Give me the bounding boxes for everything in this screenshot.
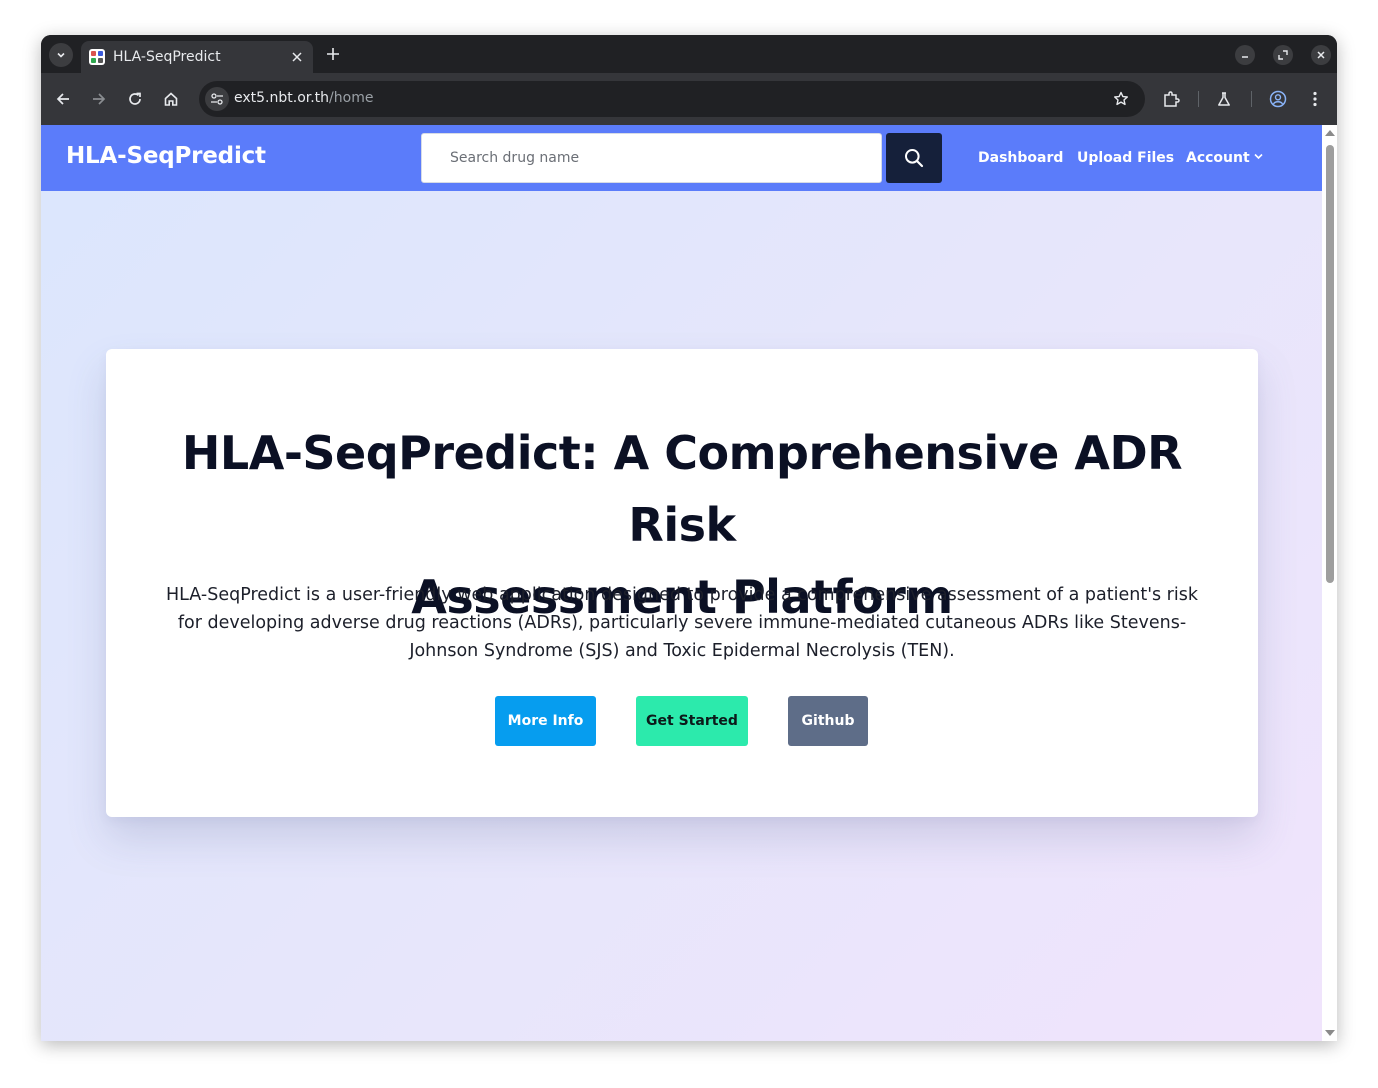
back-icon[interactable] [51,87,75,111]
address-bar[interactable]: ext5.nbt.or.th/home [199,81,1145,117]
restore-icon[interactable] [1273,45,1293,65]
search-icon [905,149,924,168]
chevron-down-icon [57,52,65,58]
more-info-button[interactable]: More Info [495,696,596,746]
tab-close-icon[interactable] [287,47,307,67]
app-navbar: HLA-SeqPredict Dashboard Upload Files Ac… [41,125,1322,191]
bookmark-star-icon[interactable] [1109,87,1133,111]
profile-avatar-icon[interactable] [1266,87,1290,111]
home-icon[interactable] [159,87,183,111]
close-window-icon[interactable] [1311,45,1331,65]
browser-window: HLA-SeqPredict ext5.nbt.or.th/home HLA-S… [41,35,1337,1041]
scroll-down-arrow-icon[interactable] [1325,1030,1335,1036]
scroll-up-arrow-icon[interactable] [1325,130,1335,136]
browser-tab[interactable]: HLA-SeqPredict [81,41,313,73]
search-button[interactable] [886,133,942,183]
hero-title-line-1: HLA-SeqPredict: A Comprehensive ADR Risk [181,426,1183,552]
tab-strip: HLA-SeqPredict [41,35,1337,73]
browser-toolbar: ext5.nbt.or.th/home [41,73,1337,125]
url-host: ext5.nbt.or.th [234,90,330,106]
brand-logo-text[interactable]: HLA-SeqPredict [66,143,266,169]
nav-account-label: Account [1186,150,1250,166]
toolbar-separator [1198,91,1199,107]
page-scrollbar[interactable] [1322,125,1337,1041]
forward-icon[interactable] [87,87,111,111]
toolbar-separator [1251,91,1252,107]
tab-title: HLA-SeqPredict [113,49,221,65]
hero-description: HLA-SeqPredict is a user-friendly web ap… [166,585,1198,661]
url-path: /home [329,90,374,106]
chevron-down-icon [1254,153,1263,160]
drug-search-input[interactable] [421,133,882,183]
nav-dashboard-link[interactable]: Dashboard [978,150,1063,166]
tab-search-button[interactable] [49,43,73,67]
extensions-icon[interactable] [1159,87,1183,111]
browser-menu-icon[interactable] [1303,87,1327,111]
labs-flask-icon[interactable] [1212,87,1236,111]
minimize-icon[interactable] [1235,45,1255,65]
site-favicon-icon [89,49,105,65]
hero-card: HLA-SeqPredict: A Comprehensive ADR Risk… [106,349,1258,817]
github-button[interactable]: Github [788,696,868,746]
reload-icon[interactable] [123,87,147,111]
nav-upload-files-link[interactable]: Upload Files [1077,150,1174,166]
scroll-thumb[interactable] [1326,145,1334,583]
site-settings-icon[interactable] [205,87,229,111]
page-viewport: HLA-SeqPredict Dashboard Upload Files Ac… [41,125,1322,1041]
url-text[interactable]: ext5.nbt.or.th/home [234,90,373,106]
nav-account-dropdown[interactable]: Account [1186,150,1263,166]
new-tab-icon[interactable] [323,44,343,64]
get-started-button[interactable]: Get Started [636,696,748,746]
